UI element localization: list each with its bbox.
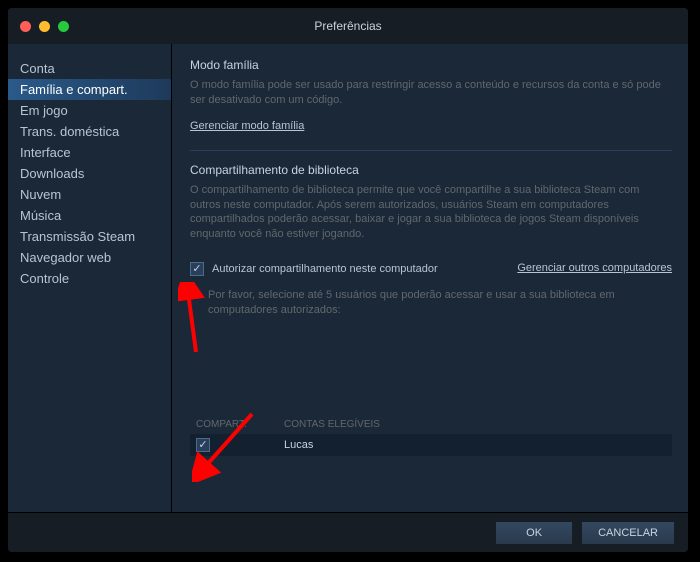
sidebar-item-account[interactable]: Conta — [8, 58, 171, 79]
window-title: Preferências — [8, 19, 688, 33]
sidebar-item-cloud[interactable]: Nuvem — [8, 184, 171, 205]
authorize-checkbox-row: Autorizar compartilhamento neste computa… — [190, 262, 438, 276]
family-mode-section: Modo família O modo família pode ser usa… — [190, 58, 672, 132]
sidebar-item-interface[interactable]: Interface — [8, 142, 171, 163]
authorize-checkbox[interactable] — [190, 262, 204, 276]
family-mode-title: Modo família — [190, 58, 672, 72]
table-row: Lucas — [190, 434, 672, 456]
manage-family-mode-link[interactable]: Gerenciar modo família — [190, 120, 304, 132]
sidebar-item-home-streaming[interactable]: Trans. doméstica — [8, 121, 171, 142]
footer: OK CANCELAR — [8, 512, 688, 552]
sidebar-item-controller[interactable]: Controle — [8, 268, 171, 289]
library-sharing-desc: O compartilhamento de biblioteca permite… — [190, 183, 672, 242]
ok-button[interactable]: OK — [496, 522, 572, 544]
titlebar: Preferências — [8, 8, 688, 44]
library-sharing-title: Compartilhamento de biblioteca — [190, 163, 672, 177]
sidebar: Conta Família e compart. Em jogo Trans. … — [8, 44, 172, 512]
table-header-accounts: CONTAS ELEGÍVEIS — [284, 419, 380, 430]
sidebar-item-family-sharing[interactable]: Família e compart. — [8, 79, 171, 100]
section-divider — [190, 150, 672, 151]
authorize-row: Autorizar compartilhamento neste computa… — [190, 252, 672, 284]
eligible-accounts-table: COMPART. CONTAS ELEGÍVEIS Lucas — [190, 415, 672, 456]
window-body: Conta Família e compart. Em jogo Trans. … — [8, 44, 688, 512]
sidebar-item-broadcast[interactable]: Transmissão Steam — [8, 226, 171, 247]
sidebar-item-in-game[interactable]: Em jogo — [8, 100, 171, 121]
user-name: Lucas — [284, 439, 313, 451]
table-header: COMPART. CONTAS ELEGÍVEIS — [190, 415, 672, 434]
authorize-checkbox-label: Autorizar compartilhamento neste computa… — [212, 263, 438, 275]
family-mode-desc: O modo família pode ser usado para restr… — [190, 78, 672, 108]
library-sharing-section: Compartilhamento de biblioteca O compart… — [190, 163, 672, 318]
share-user-checkbox[interactable] — [196, 438, 210, 452]
sidebar-item-music[interactable]: Música — [8, 205, 171, 226]
sidebar-item-web-browser[interactable]: Navegador web — [8, 247, 171, 268]
table-header-share: COMPART. — [196, 419, 266, 430]
cancel-button[interactable]: CANCELAR — [582, 522, 674, 544]
sidebar-item-downloads[interactable]: Downloads — [8, 163, 171, 184]
manage-other-computers-link[interactable]: Gerenciar outros computadores — [517, 262, 672, 274]
select-users-desc: Por favor, selecione até 5 usuários que … — [208, 288, 672, 318]
settings-content: Modo família O modo família pode ser usa… — [172, 44, 688, 512]
preferences-window: Preferências Conta Família e compart. Em… — [8, 8, 688, 552]
